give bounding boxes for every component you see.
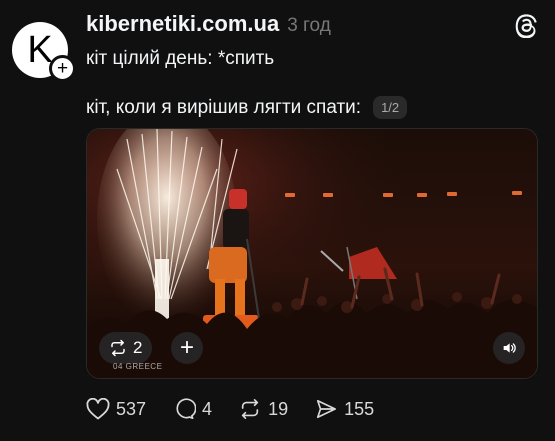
heart-icon: [86, 398, 110, 420]
sound-toggle-button[interactable]: [493, 332, 525, 364]
post-media-video[interactable]: 2 + 04 GREECE: [86, 128, 538, 379]
reply-count: 4: [202, 398, 213, 419]
speaker-icon: [503, 343, 516, 353]
share-button[interactable]: 155: [314, 398, 374, 420]
post-timestamp[interactable]: 3 год: [287, 15, 331, 37]
concert-stage-image: [87, 129, 537, 378]
share-count: 155: [344, 398, 375, 419]
comment-icon: [176, 398, 197, 419]
media-add-button[interactable]: +: [171, 332, 203, 364]
post-text-line-1: кіт цілий день: *спить: [86, 48, 275, 69]
follow-button[interactable]: +: [49, 55, 76, 82]
like-count: 537: [116, 398, 147, 419]
like-button[interactable]: 537: [86, 398, 146, 420]
post-actions-bar: 537 4 19 155: [86, 398, 400, 420]
media-page-indicator: 1/2: [373, 96, 408, 119]
media-repost-count-button[interactable]: 2: [99, 332, 153, 364]
repost-count: 19: [268, 398, 289, 419]
repost-icon: [111, 339, 125, 357]
media-caption-overlay: 04 GREECE: [113, 362, 163, 371]
avatar-container[interactable]: K +: [12, 22, 76, 86]
repost-icon: [241, 399, 259, 419]
media-repost-count: 2: [133, 338, 143, 357]
threads-logo-icon[interactable]: [513, 12, 539, 38]
send-icon: [317, 399, 337, 419]
repost-button[interactable]: 19: [238, 398, 288, 420]
post-header: kibernetiki.com.ua 3 год: [86, 11, 331, 37]
username-link[interactable]: kibernetiki.com.ua: [86, 11, 279, 37]
post-text-line-2-row: кіт, коли я вирішив лягти спати: 1/2: [86, 96, 408, 119]
reply-button[interactable]: 4: [172, 398, 212, 420]
post-text-line-2: кіт, коли я вирішив лягти спати:: [86, 96, 362, 118]
